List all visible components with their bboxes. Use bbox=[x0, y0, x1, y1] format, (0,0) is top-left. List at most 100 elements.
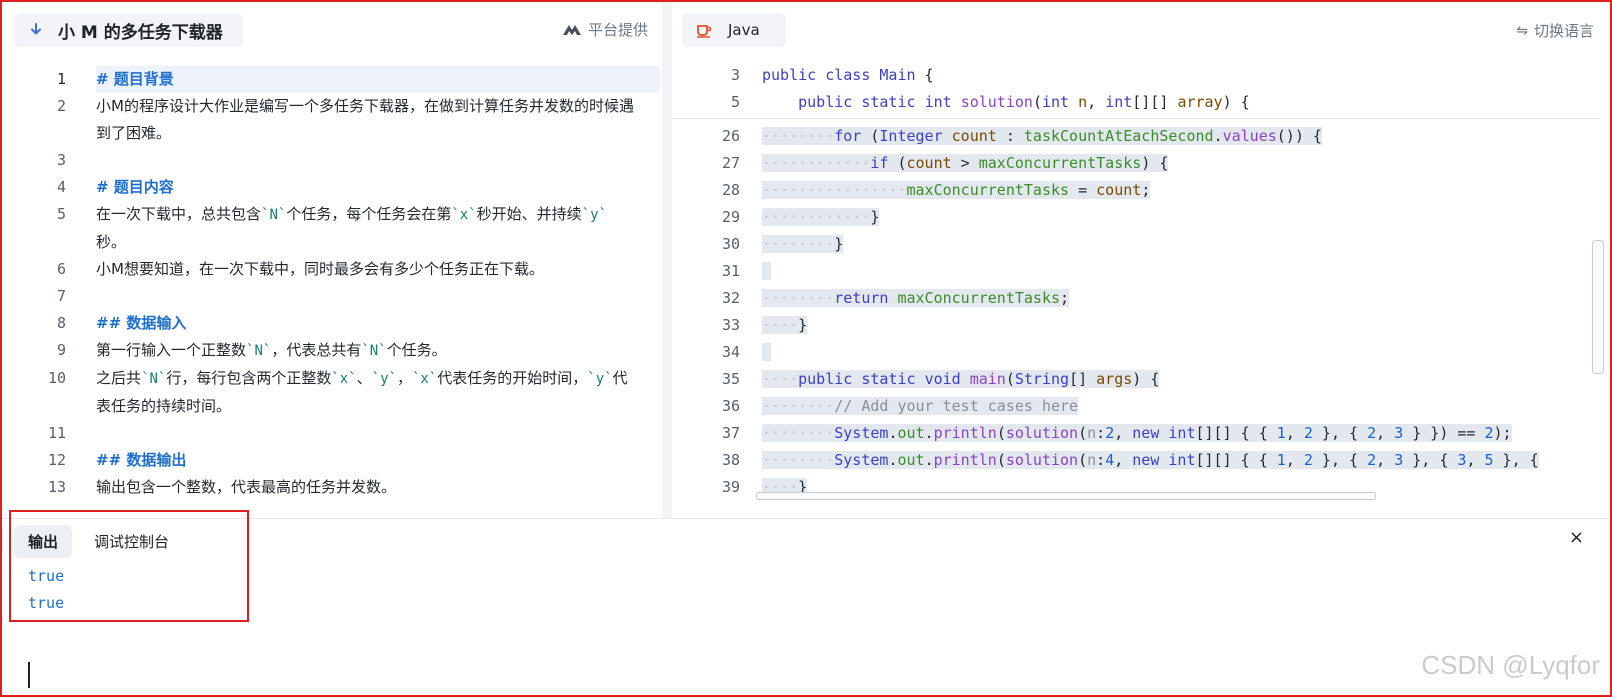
line-text: ## 数据输出 bbox=[96, 451, 187, 469]
code-line: 27 ············if (count > maxConcurrentT… bbox=[672, 150, 1600, 177]
problem-panel: 小 M 的多任务下载器 平台提供 1 # 题目背景 2 小M的程序设计大作业是编写一个… bbox=[0, 0, 662, 518]
text-cursor bbox=[28, 662, 30, 688]
code-text: ········System.out.println(solution(n:2,… bbox=[762, 424, 1512, 442]
line-number: 37 bbox=[721, 424, 740, 442]
line-text bbox=[96, 283, 636, 310]
code-text: ····public static void main(String[] arg… bbox=[762, 370, 1160, 388]
line-number: 29 bbox=[721, 208, 740, 226]
output-line: true bbox=[28, 567, 65, 585]
code-line: 32 ········return maxConcurrentTasks; bbox=[672, 285, 1600, 312]
problem-header: 小 M 的多任务下载器 平台提供 bbox=[0, 0, 662, 58]
line-text: 小M的程序设计大作业是编写一个多任务下载器，在做到计算任务并发数的时候遇到了困难… bbox=[96, 97, 634, 142]
sticky-scroll-header: 3 public class Main { 5 public static int … bbox=[672, 62, 1600, 119]
line-number: 8 bbox=[56, 314, 66, 332]
horizontal-scrollbar[interactable] bbox=[756, 492, 1376, 500]
platform-logo-icon bbox=[562, 24, 581, 35]
description-line: 8 ## 数据输入 bbox=[0, 310, 660, 337]
code-line: 31 bbox=[672, 258, 1600, 285]
description-line: 9 第一行输入一个正整数`N`，代表总共有`N`个任务。 bbox=[0, 337, 660, 365]
close-icon[interactable]: × bbox=[1569, 527, 1584, 548]
description-line: 6 小M想要知道，在一次下载中，同时最多会有多少个任务正在下载。 bbox=[0, 256, 660, 283]
line-text: # 题目内容 bbox=[96, 178, 174, 196]
code-text: ········return maxConcurrentTasks; bbox=[762, 289, 1070, 307]
code-line: 35 ····public static void main(String[] a… bbox=[672, 366, 1600, 393]
code-text: ················maxConcurrentTasks = cou… bbox=[762, 181, 1151, 199]
code-text: ········for (Integer count : taskCountAt… bbox=[762, 127, 1322, 145]
line-text: 在一次下载中，总共包含`N`个任务，每个任务会在第`x`秒开始、并持续`y`秒。 bbox=[96, 205, 607, 251]
panel-splitter[interactable] bbox=[662, 0, 672, 518]
line-text bbox=[96, 420, 636, 447]
sticky-code-line: 5 public static int solution(int n, int[… bbox=[672, 89, 1600, 116]
line-number: 3 bbox=[56, 151, 66, 169]
output-tabs: 输出 调试控制台 bbox=[14, 525, 169, 558]
description-line: 2 小M的程序设计大作业是编写一个多任务下载器，在做到计算任务并发数的时候遇到了困… bbox=[0, 93, 660, 147]
code-text: ········} bbox=[762, 235, 844, 253]
line-number: 27 bbox=[721, 154, 740, 172]
description-line: 4 # 题目内容 bbox=[0, 174, 660, 201]
line-number: 39 bbox=[721, 478, 740, 496]
line-number: 11 bbox=[47, 424, 66, 442]
line-number: 5 bbox=[56, 205, 66, 223]
code-line: 28 ················maxConcurrentTasks = c… bbox=[672, 177, 1600, 204]
code-editor[interactable]: 3 public class Main { 5 public static int … bbox=[672, 62, 1600, 518]
line-number: 5 bbox=[730, 93, 740, 111]
line-number: 1 bbox=[56, 70, 66, 88]
platform-provided: 平台提供 bbox=[562, 19, 648, 40]
code-editor-panel: Java ⇋ 切换语言 3 public class Main { 5 public… bbox=[672, 0, 1612, 518]
line-number: 2 bbox=[56, 97, 66, 115]
code-line: 36 ········// Add your test cases here bbox=[672, 393, 1600, 420]
line-number: 12 bbox=[47, 451, 66, 469]
code-line: 29 ············} bbox=[672, 204, 1600, 231]
line-number: 34 bbox=[721, 343, 740, 361]
line-number: 36 bbox=[721, 397, 740, 415]
line-number: 10 bbox=[47, 369, 66, 387]
code-text: ············if (count > maxConcurrentTas… bbox=[762, 154, 1169, 172]
sticky-code-line: 3 public class Main { bbox=[672, 62, 1600, 89]
problem-title: 小 M 的多任务下载器 bbox=[58, 22, 223, 43]
switch-language-label: 切换语言 bbox=[1533, 22, 1594, 40]
line-number: 9 bbox=[56, 341, 66, 359]
line-text: # 题目背景 bbox=[96, 70, 174, 88]
line-number: 7 bbox=[56, 287, 66, 305]
description-line: 13 输出包含一个整数，代表最高的任务并发数。 bbox=[0, 474, 660, 501]
problem-title-tab[interactable]: 小 M 的多任务下载器 bbox=[14, 13, 243, 47]
code-text bbox=[762, 339, 772, 366]
code-line: 38 ········System.out.println(solution(n:… bbox=[672, 447, 1600, 474]
code-text: public class Main { bbox=[762, 66, 934, 84]
language-tab[interactable]: Java bbox=[682, 13, 786, 47]
output-panel: 输出 调试控制台 × true true bbox=[0, 518, 1612, 698]
code-text: public static int solution(int n, int[][… bbox=[798, 93, 1250, 111]
tab-output[interactable]: 输出 bbox=[14, 525, 73, 558]
line-number: 6 bbox=[56, 260, 66, 278]
line-number: 13 bbox=[47, 478, 66, 496]
vertical-scrollbar[interactable] bbox=[1592, 240, 1604, 374]
code-text: ············} bbox=[762, 208, 880, 226]
description-line: 11 bbox=[0, 420, 660, 447]
line-number: 3 bbox=[730, 66, 740, 84]
code-line: 37 ········System.out.println(solution(n:… bbox=[672, 420, 1600, 447]
code-text: ········System.out.println(solution(n:4,… bbox=[762, 451, 1539, 469]
line-number: 35 bbox=[721, 370, 740, 388]
line-number: 26 bbox=[721, 127, 740, 145]
switch-language-button[interactable]: ⇋ 切换语言 bbox=[1516, 20, 1594, 41]
line-text bbox=[96, 147, 636, 174]
problem-description: 1 # 题目背景 2 小M的程序设计大作业是编写一个多任务下载器，在做到计算任务并发数… bbox=[0, 66, 660, 516]
line-text: 小M想要知道，在一次下载中，同时最多会有多少个任务正在下载。 bbox=[96, 260, 544, 278]
description-line: 5 在一次下载中，总共包含`N`个任务，每个任务会在第`x`秒开始、并持续`y`秒… bbox=[0, 201, 660, 256]
swap-icon: ⇋ bbox=[1516, 22, 1528, 39]
line-number: 28 bbox=[721, 181, 740, 199]
description-line: 7 bbox=[0, 283, 660, 310]
line-number: 33 bbox=[721, 316, 740, 334]
java-cup-icon bbox=[697, 25, 712, 38]
watermark: CSDN @Lyqfor bbox=[1421, 650, 1600, 680]
line-text: 第一行输入一个正整数`N`，代表总共有`N`个任务。 bbox=[96, 341, 447, 359]
code-text: ········// Add your test cases here bbox=[762, 397, 1079, 415]
tab-debug-console[interactable]: 调试控制台 bbox=[94, 531, 169, 552]
line-number: 30 bbox=[721, 235, 740, 253]
description-line: 3 bbox=[0, 147, 660, 174]
platform-label: 平台提供 bbox=[587, 21, 648, 39]
description-line: 1 # 题目背景 bbox=[57, 66, 660, 93]
description-line: 12 ## 数据输出 bbox=[0, 447, 660, 474]
code-line: 34 bbox=[672, 339, 1600, 366]
line-text: ## 数据输入 bbox=[96, 314, 187, 332]
